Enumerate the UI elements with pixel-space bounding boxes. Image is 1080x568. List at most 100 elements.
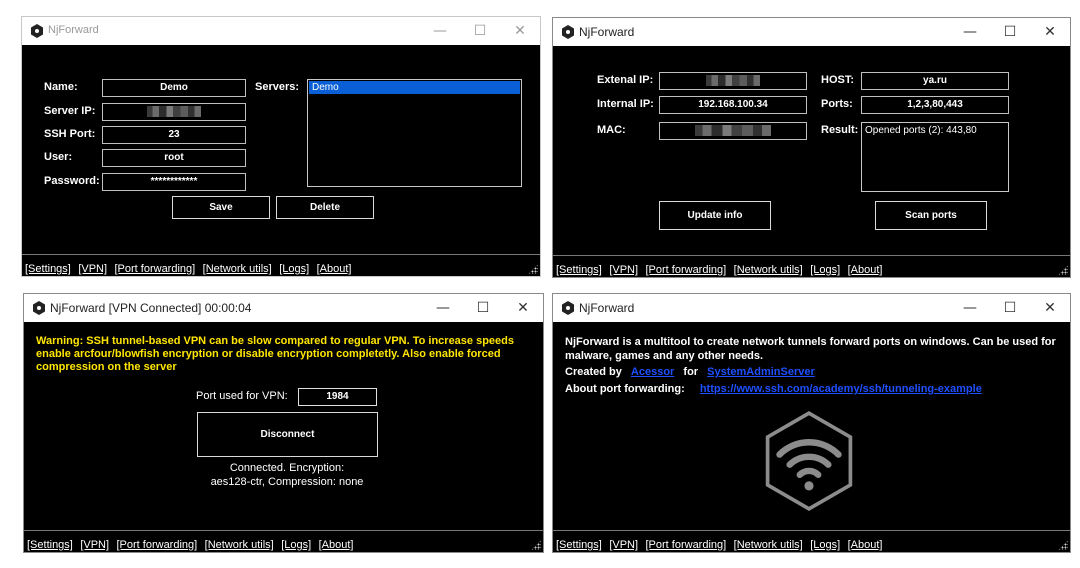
network-utils-window: NjForward — ☐ ✕ Extenal IP: Internal IP:…: [552, 17, 1071, 278]
resize-grip-icon[interactable]: [531, 540, 541, 550]
external-ip-label: Extenal IP:: [597, 74, 654, 86]
ports-input[interactable]: 1,2,3,80,443: [861, 96, 1009, 114]
nav-network-utils-link[interactable]: [Network utils]: [734, 539, 803, 551]
vpn-status-text: Connected. Encryption: aes128-ctr, Compr…: [174, 461, 400, 489]
author-link-systemadminserver[interactable]: SystemAdminServer: [707, 366, 815, 378]
nav-port-forwarding-link[interactable]: [Port forwarding]: [646, 264, 727, 276]
nav-settings-link[interactable]: [Settings]: [556, 539, 602, 551]
result-label: Result:: [821, 124, 859, 136]
maximize-button[interactable]: ☐: [990, 294, 1030, 322]
nav-about-link[interactable]: [About]: [848, 539, 883, 551]
server-ip-label: Server IP:: [44, 105, 96, 117]
host-input[interactable]: ya.ru: [861, 72, 1009, 90]
nav-port-forwarding-link[interactable]: [Port forwarding]: [115, 263, 196, 275]
redacted-value: [695, 124, 771, 136]
vpn-status-line-2: aes128-ctr, Compression: none: [210, 476, 364, 488]
about-window: NjForward — ☐ ✕ NjForward is a multitool…: [552, 293, 1071, 553]
server-list-item[interactable]: Demo: [309, 81, 520, 94]
internal-ip-field: 192.168.100.34: [659, 96, 807, 114]
host-label: HOST:: [821, 74, 854, 86]
update-info-button[interactable]: Update info: [659, 201, 771, 230]
maximize-button[interactable]: ☐: [460, 17, 500, 45]
vpn-port-input[interactable]: 1984: [298, 388, 377, 406]
scan-ports-button[interactable]: Scan ports: [875, 201, 987, 230]
resize-grip-icon[interactable]: [1058, 540, 1068, 550]
nav-vpn-link[interactable]: [VPN]: [80, 539, 109, 551]
maximize-button[interactable]: ☐: [463, 294, 503, 322]
minimize-button[interactable]: —: [950, 18, 990, 46]
name-input[interactable]: Demo: [102, 79, 246, 97]
for-label: for: [683, 366, 699, 378]
title-bar[interactable]: NjForward — ☐ ✕: [22, 17, 540, 45]
nav-settings-link[interactable]: [Settings]: [27, 539, 73, 551]
nav-settings-link[interactable]: [Settings]: [25, 263, 71, 275]
servers-label: Servers:: [255, 81, 300, 93]
vpn-warning-text: Warning: SSH tunnel-based VPN can be slo…: [36, 335, 515, 373]
author-link-acessor[interactable]: Acessor: [631, 366, 674, 378]
port-forwarding-line: About port forwarding: https://www.ssh.c…: [565, 382, 982, 396]
nav-vpn-link[interactable]: [VPN]: [609, 264, 638, 276]
internal-ip-label: Internal IP:: [597, 98, 654, 110]
about-description: NjForward is a multitool to create netwo…: [565, 336, 1056, 362]
nav-about-link[interactable]: [About]: [848, 264, 883, 276]
window-title: NjForward [VPN Connected] 00:00:04: [50, 301, 252, 315]
disconnect-button[interactable]: Disconnect: [197, 412, 378, 457]
nav-port-forwarding-link[interactable]: [Port forwarding]: [646, 539, 727, 551]
nav-network-utils-link[interactable]: [Network utils]: [205, 539, 274, 551]
footer-nav: [Settings] [VPN] [Port forwarding] [Netw…: [553, 255, 1070, 277]
vpn-port-label: Port used for VPN:: [196, 390, 288, 402]
close-button[interactable]: ✕: [500, 17, 540, 45]
footer-nav: [Settings] [VPN] [Port forwarding] [Netw…: [24, 530, 543, 552]
nav-logs-link[interactable]: [Logs]: [810, 264, 840, 276]
vpn-window: NjForward [VPN Connected] 00:00:04 — ☐ ✕…: [23, 293, 544, 553]
nav-settings-link[interactable]: [Settings]: [556, 264, 602, 276]
title-bar[interactable]: NjForward [VPN Connected] 00:00:04 — ☐ ✕: [24, 294, 543, 322]
close-button[interactable]: ✕: [1030, 18, 1070, 46]
minimize-button[interactable]: —: [420, 17, 460, 45]
ports-label: Ports:: [821, 98, 853, 110]
app-logo-icon: [562, 25, 574, 39]
password-input[interactable]: ************: [102, 173, 246, 191]
save-button[interactable]: Save: [172, 196, 270, 219]
delete-button[interactable]: Delete: [276, 196, 374, 219]
app-logo-icon: [33, 301, 45, 315]
servers-list[interactable]: Demo: [307, 79, 522, 187]
settings-window: NjForward — ☐ ✕ Name: Demo Server IP: SS…: [21, 16, 541, 277]
ssh-port-input[interactable]: 23: [102, 126, 246, 144]
resize-grip-icon[interactable]: [528, 264, 538, 274]
close-button[interactable]: ✕: [503, 294, 543, 322]
created-by-label: Created by: [565, 366, 622, 378]
nav-logs-link[interactable]: [Logs]: [281, 539, 311, 551]
nav-vpn-link[interactable]: [VPN]: [78, 263, 107, 275]
nav-logs-link[interactable]: [Logs]: [810, 539, 840, 551]
nav-network-utils-link[interactable]: [Network utils]: [734, 264, 803, 276]
about-pf-label: About port forwarding:: [565, 383, 685, 395]
user-input[interactable]: root: [102, 149, 246, 167]
nav-about-link[interactable]: [About]: [319, 539, 354, 551]
vpn-status-line-1: Connected. Encryption:: [229, 462, 345, 474]
nav-network-utils-link[interactable]: [Network utils]: [203, 263, 272, 275]
port-forwarding-link[interactable]: https://www.ssh.com/academy/ssh/tunnelin…: [700, 383, 982, 395]
footer-nav: [Settings] [VPN] [Port forwarding] [Netw…: [22, 254, 540, 276]
nav-about-link[interactable]: [About]: [317, 263, 352, 275]
close-button[interactable]: ✕: [1030, 294, 1070, 322]
maximize-button[interactable]: ☐: [990, 18, 1030, 46]
title-bar[interactable]: NjForward — ☐ ✕: [553, 18, 1070, 46]
created-by-line: Created by Acessor for SystemAdminServer: [565, 365, 815, 379]
window-title: NjForward: [579, 25, 635, 39]
minimize-button[interactable]: —: [423, 294, 463, 322]
server-ip-input[interactable]: [102, 103, 246, 121]
redacted-value: [706, 74, 760, 86]
user-label: User:: [44, 151, 73, 163]
minimize-button[interactable]: —: [950, 294, 990, 322]
name-label: Name:: [44, 81, 78, 93]
mac-field: [659, 122, 807, 140]
app-logo-icon: [562, 301, 574, 315]
nav-logs-link[interactable]: [Logs]: [279, 263, 309, 275]
nav-port-forwarding-link[interactable]: [Port forwarding]: [117, 539, 198, 551]
result-box[interactable]: Opened ports (2): 443,80: [861, 122, 1009, 192]
resize-grip-icon[interactable]: [1058, 265, 1068, 275]
title-bar[interactable]: NjForward — ☐ ✕: [553, 294, 1070, 322]
external-ip-field: [659, 72, 807, 90]
nav-vpn-link[interactable]: [VPN]: [609, 539, 638, 551]
